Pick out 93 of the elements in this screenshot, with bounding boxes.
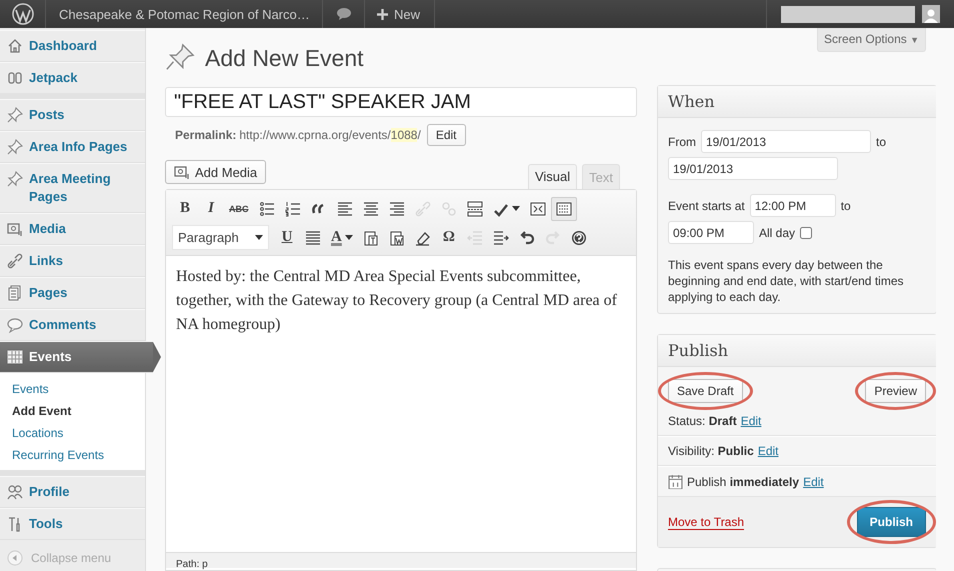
move-to-trash-link[interactable]: Move to Trash bbox=[668, 514, 744, 530]
kitchen-button[interactable] bbox=[550, 196, 576, 220]
align-left-icon bbox=[336, 200, 352, 216]
menu-item[interactable]: Media bbox=[0, 213, 145, 245]
from-label: From bbox=[668, 134, 696, 148]
preview-button[interactable]: Preview bbox=[865, 379, 926, 403]
schedule-text: Publish immediately bbox=[687, 474, 800, 488]
page-title: Add New Event bbox=[205, 44, 364, 72]
to-label: to bbox=[876, 134, 886, 148]
special-character-button[interactable]: Ω bbox=[436, 226, 462, 250]
house-icon bbox=[7, 38, 23, 54]
menu-item[interactable]: Area Info Pages bbox=[0, 131, 145, 163]
from-date-field[interactable]: 19/01/2013 bbox=[701, 130, 871, 153]
pushpin-icon bbox=[7, 107, 23, 123]
jetpack-icon bbox=[7, 70, 23, 86]
caret-icon bbox=[512, 206, 520, 211]
align-right-icon bbox=[388, 200, 404, 216]
submenu-item[interactable]: Locations bbox=[0, 422, 145, 444]
menu-item[interactable]: Profile bbox=[0, 476, 145, 508]
align-center-icon bbox=[362, 200, 378, 216]
edit-link[interactable]: Edit bbox=[740, 414, 762, 428]
strikethrough-button[interactable]: ABC bbox=[224, 196, 254, 220]
submenu-item[interactable]: Add Event bbox=[0, 400, 145, 422]
caret-icon bbox=[255, 235, 263, 240]
element-path: Path: p bbox=[176, 559, 208, 570]
edit-link[interactable]: Edit bbox=[803, 474, 824, 488]
menu-item[interactable]: Posts bbox=[0, 99, 145, 131]
menu-item[interactable]: Tools bbox=[0, 508, 145, 540]
to-date-field[interactable]: 19/01/2013 bbox=[668, 157, 838, 180]
italic-button[interactable]: I bbox=[198, 196, 224, 220]
menu-item[interactable]: Pages bbox=[0, 277, 145, 309]
end-time-field[interactable]: 09:00 PM bbox=[668, 221, 754, 244]
screen-options-tab[interactable]: Screen Options ▼ bbox=[817, 28, 926, 52]
add-media-button[interactable]: Add Media bbox=[165, 160, 266, 184]
speech-bubble-icon bbox=[7, 317, 23, 333]
media-icon bbox=[7, 221, 23, 237]
outdent-icon bbox=[466, 230, 483, 246]
event-span-note: This event spans every day between the beginning and end date, with start/end times applying to each day. bbox=[668, 257, 904, 305]
chain-link-icon bbox=[414, 200, 430, 216]
start-time-label: Event starts at bbox=[668, 198, 745, 212]
fullscreen-icon bbox=[530, 200, 546, 216]
start-time-field[interactable]: 12:00 PM bbox=[750, 194, 836, 217]
numbered-list-icon bbox=[284, 200, 300, 216]
menu-item[interactable]: Dashboard bbox=[0, 30, 145, 62]
text-color-button[interactable]: A bbox=[326, 226, 358, 250]
submenu-item[interactable]: Events bbox=[0, 378, 145, 400]
new-menu[interactable]: New bbox=[365, 0, 435, 28]
paste-text-icon bbox=[362, 230, 379, 246]
permalink-url: http://www.cprna.org/events/1088/ bbox=[239, 128, 421, 142]
caret-icon bbox=[344, 235, 353, 240]
visibility-text: Visibility: Public bbox=[668, 444, 754, 458]
plus-icon bbox=[377, 8, 388, 20]
publish-button[interactable]: Publish bbox=[856, 507, 926, 537]
justify-icon bbox=[305, 230, 321, 246]
all-day-label: All day bbox=[759, 226, 796, 240]
status-text: Status: Draft bbox=[668, 414, 737, 428]
pushpin-icon bbox=[7, 171, 23, 187]
pages-icon bbox=[7, 285, 23, 301]
underline-button[interactable]: U bbox=[274, 226, 300, 250]
calendar-grid-icon bbox=[7, 349, 23, 365]
undo-icon bbox=[518, 230, 535, 246]
title-field[interactable]: "FREE AT LAST" SPEAKER JAM bbox=[165, 87, 637, 117]
caret-icon: ▼ bbox=[910, 35, 919, 45]
to-label: to bbox=[840, 198, 851, 212]
pushpin-icon bbox=[7, 139, 23, 155]
save-draft-button[interactable]: Save Draft bbox=[668, 379, 743, 403]
toolbar-toggle-icon bbox=[556, 200, 572, 216]
page-break-icon bbox=[466, 200, 482, 216]
unlink-icon bbox=[440, 200, 456, 216]
bulleted-list-icon bbox=[258, 200, 274, 216]
media-icon bbox=[174, 164, 190, 180]
panel-title: When bbox=[658, 86, 936, 118]
panel-title: Publish bbox=[658, 335, 936, 367]
menu-item[interactable]: Jetpack bbox=[0, 62, 145, 99]
permalink-label: Permalink: bbox=[175, 128, 236, 142]
submenu-item[interactable]: Recurring Events bbox=[0, 444, 145, 466]
editor-tab[interactable]: Visual bbox=[528, 164, 578, 189]
editor-body-text: Hosted by: the Central MD Area Special Events subcommittee, together, with the Gateway to Recovery group (a Central MD area of NA homegroup) bbox=[175, 267, 618, 335]
bold-button[interactable]: B bbox=[172, 196, 198, 220]
left-arrow-circle-icon bbox=[7, 550, 23, 566]
paste-word-icon bbox=[388, 230, 405, 246]
chain-link-icon bbox=[7, 253, 23, 269]
calendar-icon bbox=[668, 474, 683, 489]
menu-item[interactable]: Area Meeting Pages bbox=[0, 163, 145, 213]
eraser-icon bbox=[414, 230, 431, 246]
format-dropdown[interactable]: Paragraph bbox=[172, 225, 269, 250]
edit-link[interactable]: Edit bbox=[758, 444, 778, 458]
all-day-checkbox[interactable] bbox=[800, 226, 812, 238]
edit-permalink-button[interactable]: Edit bbox=[426, 124, 466, 146]
menu-item[interactable]: Links bbox=[0, 245, 145, 277]
help-icon bbox=[570, 230, 587, 246]
people-icon bbox=[7, 484, 23, 500]
indent-icon bbox=[492, 230, 509, 246]
